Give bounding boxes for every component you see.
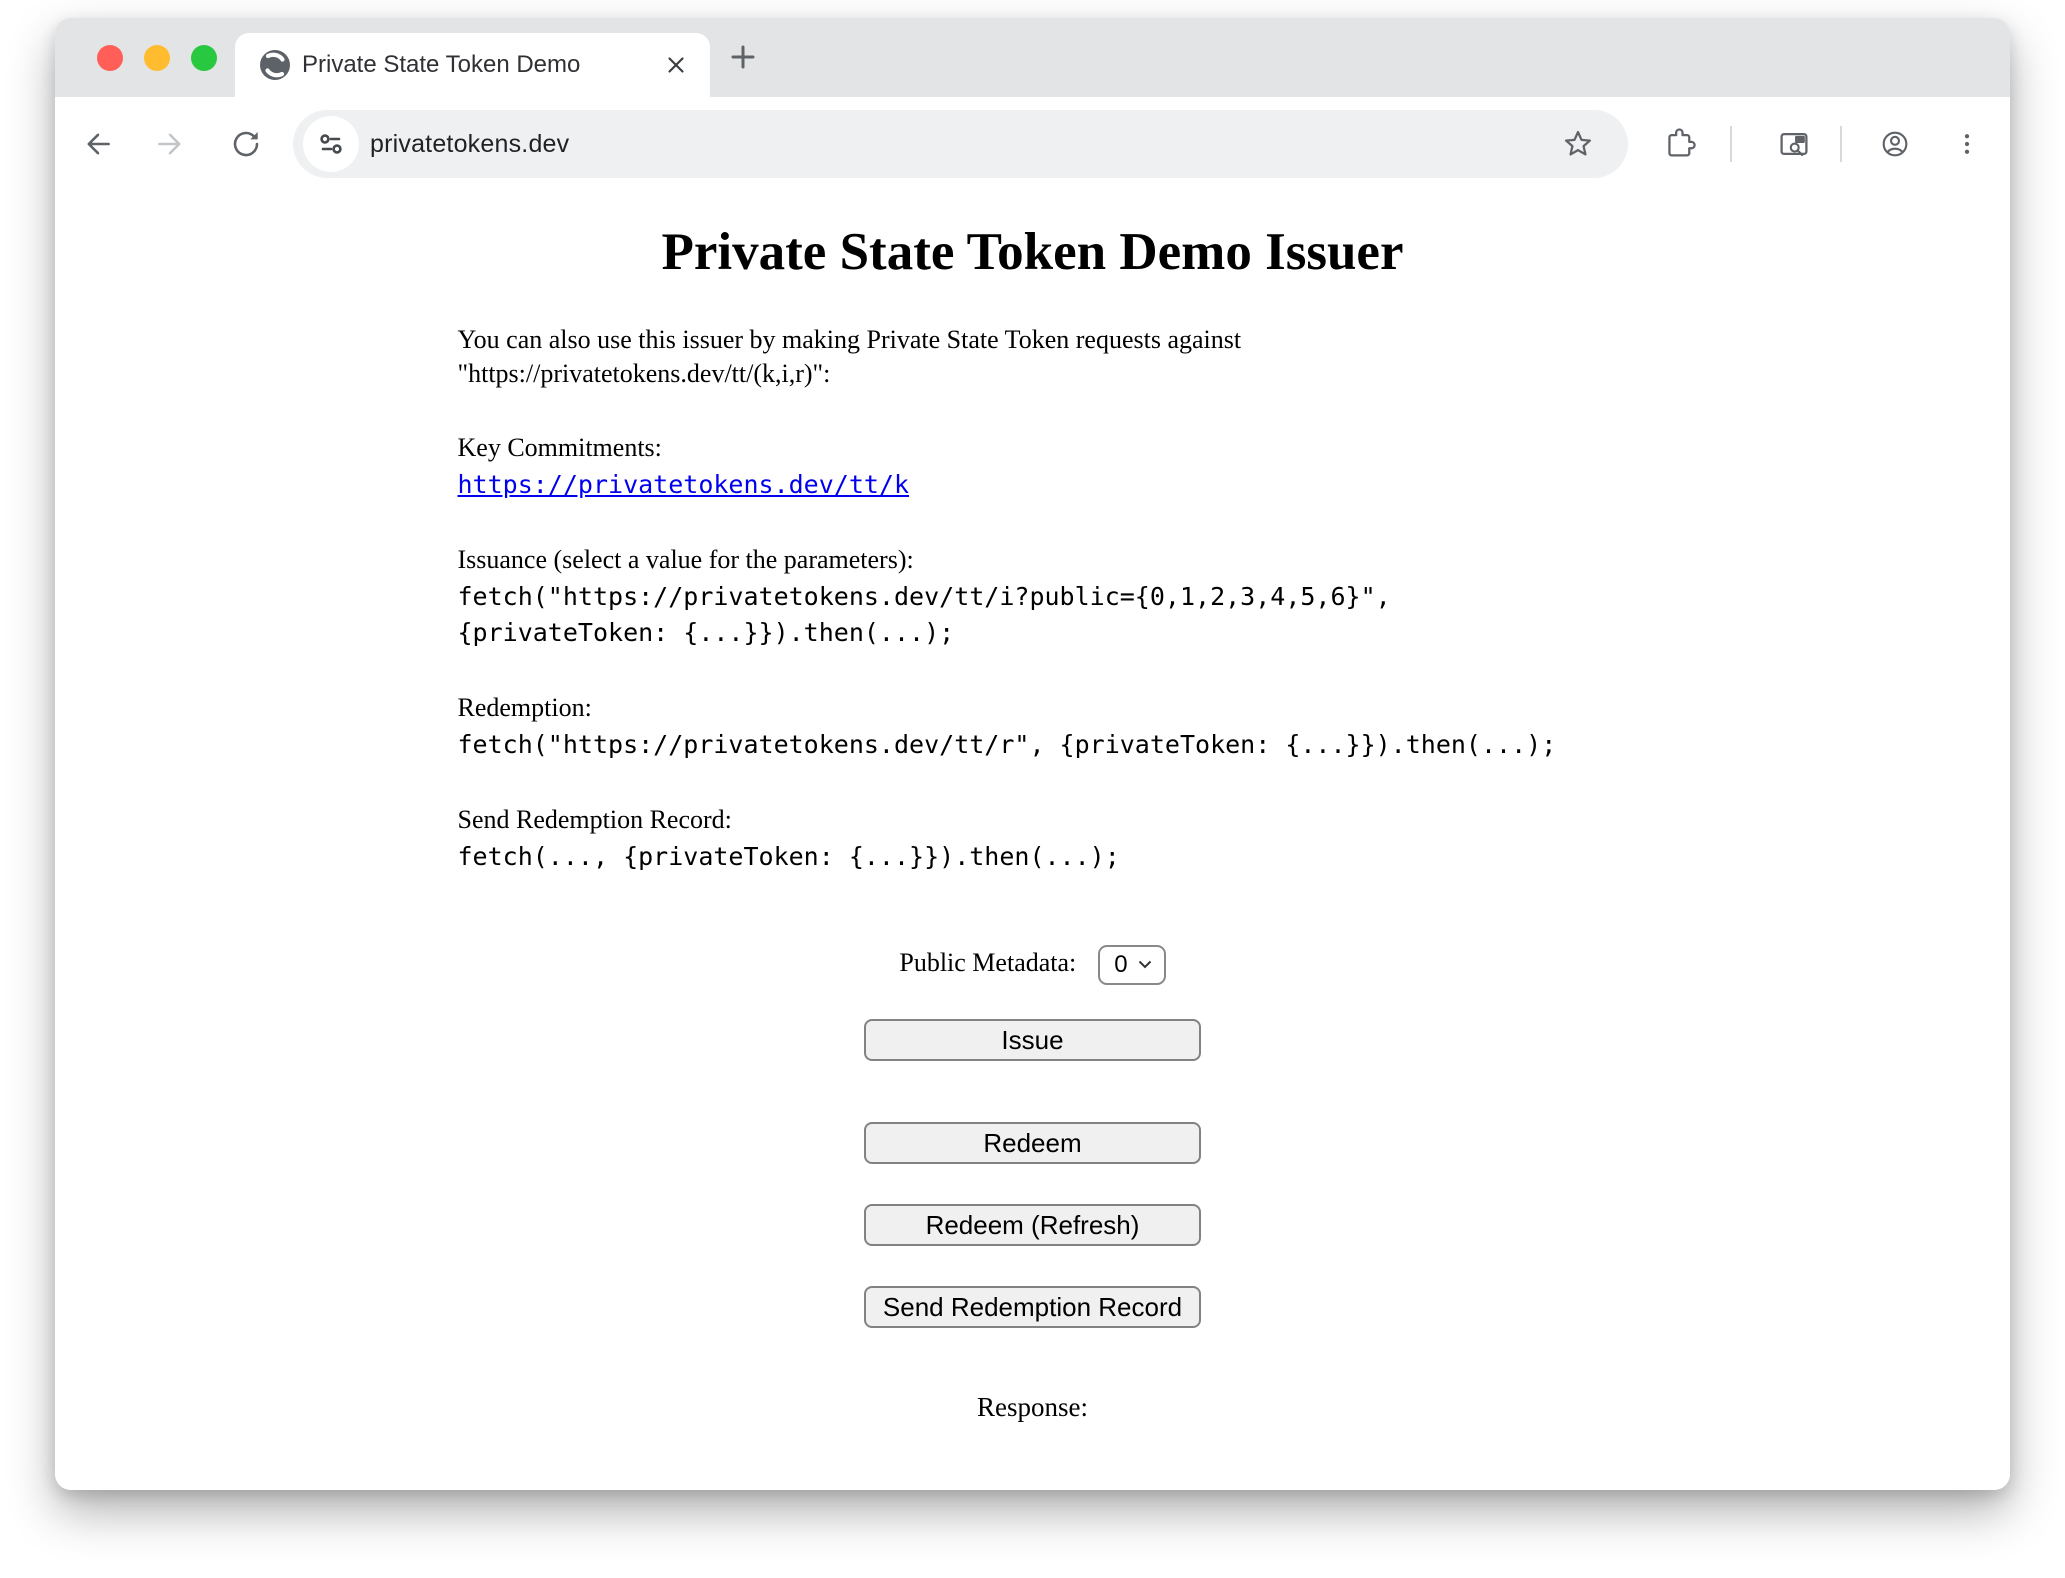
key-commitments-link[interactable]: https://privatetokens.dev/tt/k: [458, 467, 910, 503]
url-bar[interactable]: privatetokens.dev: [293, 110, 1628, 178]
site-settings-icon[interactable]: [303, 116, 359, 172]
browser-toolbar: privatetokens.dev: [55, 97, 2010, 191]
section-label: Redemption:: [458, 691, 1608, 725]
side-panel-search-icon[interactable]: [1777, 127, 1811, 161]
desktop-background: Private State Token Demo: [0, 0, 2065, 1578]
toolbar-divider: [1840, 126, 1842, 162]
window-controls: [97, 45, 217, 71]
public-metadata-row: Public Metadata: 0: [458, 945, 1608, 985]
browser-tab[interactable]: Private State Token Demo: [235, 33, 710, 97]
globe-favicon-icon: [260, 50, 290, 80]
issuance-code: fetch("https://privatetokens.dev/tt/i?pu…: [458, 579, 1608, 651]
redeem-refresh-button[interactable]: Redeem (Refresh): [864, 1204, 1201, 1246]
redeem-button[interactable]: Redeem: [864, 1122, 1201, 1164]
issue-button[interactable]: Issue: [864, 1019, 1201, 1061]
send-redemption-record-button[interactable]: Send Redemption Record: [864, 1286, 1201, 1328]
redemption-section: Redemption: fetch("https://privatetokens…: [458, 691, 1608, 763]
fullscreen-window-button[interactable]: [191, 45, 217, 71]
page-title: Private State Token Demo Issuer: [458, 221, 1608, 283]
tab-close-icon[interactable]: [664, 53, 688, 77]
response-label: Response:: [458, 1392, 1608, 1423]
tab-strip: Private State Token Demo: [55, 18, 2010, 97]
demo-form: Public Metadata: 0 Issue Redeem Redeem (R…: [458, 945, 1608, 1423]
reload-button[interactable]: [229, 127, 263, 161]
public-metadata-select[interactable]: 0: [1098, 945, 1165, 985]
key-commitments-section: Key Commitments: https://privatetokens.d…: [458, 431, 1608, 503]
issuance-section: Issuance (select a value for the paramet…: [458, 543, 1608, 651]
tab-title: Private State Token Demo: [302, 51, 580, 79]
bookmark-star-icon[interactable]: [1561, 127, 1595, 161]
page-content: Private State Token Demo Issuer You can …: [55, 191, 2010, 1490]
browser-window: Private State Token Demo: [55, 18, 2010, 1490]
section-label: Issuance (select a value for the paramet…: [458, 543, 1608, 577]
chevron-down-icon: [1138, 960, 1152, 969]
back-button[interactable]: [81, 127, 115, 161]
close-window-button[interactable]: [97, 45, 123, 71]
extensions-icon[interactable]: [1662, 127, 1696, 161]
send-redemption-record-section: Send Redemption Record: fetch(..., {priv…: [458, 803, 1608, 875]
section-label: Key Commitments:: [458, 431, 1608, 465]
redemption-code: fetch("https://privatetokens.dev/tt/r", …: [458, 727, 1608, 763]
intro-text: You can also use this issuer by making P…: [458, 323, 1608, 391]
browser-menu-icon[interactable]: [1950, 127, 1984, 161]
new-tab-button[interactable]: [726, 40, 760, 74]
minimize-window-button[interactable]: [144, 45, 170, 71]
toolbar-divider: [1730, 126, 1732, 162]
forward-button[interactable]: [153, 127, 187, 161]
public-metadata-label: Public Metadata:: [899, 948, 1076, 977]
public-metadata-selected-value: 0: [1114, 951, 1127, 979]
profile-avatar-icon[interactable]: [1878, 127, 1912, 161]
url-text[interactable]: privatetokens.dev: [370, 130, 569, 159]
send-redemption-record-code: fetch(..., {privateToken: {...}}).then(.…: [458, 839, 1608, 875]
section-label: Send Redemption Record:: [458, 803, 1608, 837]
